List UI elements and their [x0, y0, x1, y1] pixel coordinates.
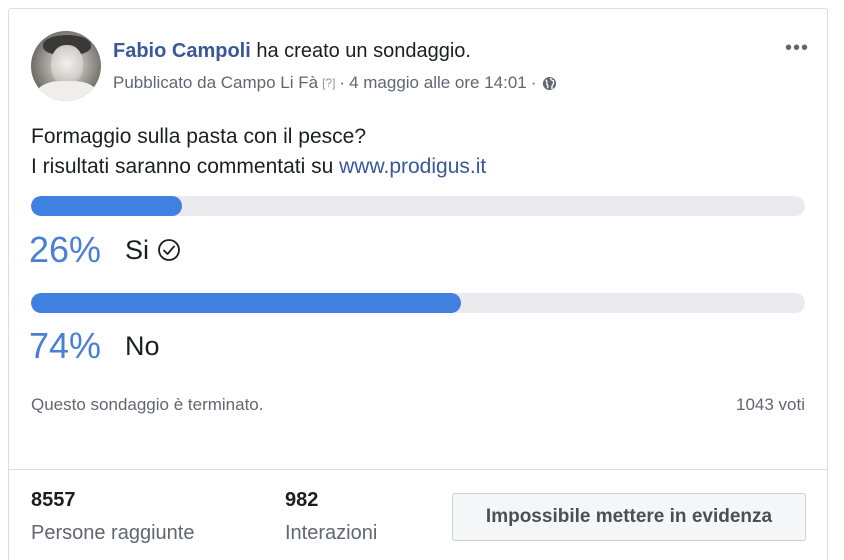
- poll-percent-si: 26%: [29, 229, 102, 270]
- website-link[interactable]: www.prodigus.it: [339, 155, 486, 178]
- interactions-stat: 982 Interazioni: [285, 489, 377, 545]
- post-timestamp[interactable]: 4 maggio alle ore 14:01: [349, 73, 527, 93]
- poll-bar-no: [31, 293, 805, 313]
- post-line2: I risultati saranno commentati su www.pr…: [31, 152, 486, 182]
- poll-votes[interactable]: 1043 voti: [736, 395, 805, 415]
- poll-label-si: Si: [125, 234, 150, 265]
- reach-label: Persone raggiunte: [31, 522, 195, 544]
- post-line2-prefix: I risultati saranno commentati su: [31, 155, 340, 178]
- poll-option-si: 26% Si: [29, 229, 181, 271]
- post-meta: Pubblicato da Campo Li Fà [?] · 4 maggio…: [113, 73, 557, 93]
- poll-status: Questo sondaggio è terminato.: [31, 395, 264, 414]
- published-by[interactable]: Pubblicato da Campo Li Fà: [113, 73, 318, 93]
- interactions-label: Interazioni: [285, 522, 378, 544]
- poll-bar-fill-no: [31, 293, 461, 313]
- post-header: Fabio Campoli ha creato un sondaggio.: [113, 40, 471, 63]
- interactions-value: 982: [285, 489, 319, 511]
- post-action: ha creato un sondaggio.: [256, 40, 471, 62]
- avatar-shirt: [37, 81, 97, 101]
- globe-icon: [542, 76, 557, 91]
- divider: [9, 469, 827, 470]
- post-card: Fabio Campoli ha creato un sondaggio. Pu…: [8, 8, 828, 560]
- more-options-icon[interactable]: •••: [785, 37, 809, 60]
- poll-option-no: 74% No: [29, 325, 160, 367]
- meta-separator: ·: [339, 73, 346, 92]
- post-text: Formaggio sulla pasta con il pesce? I ri…: [31, 122, 486, 182]
- avatar[interactable]: [31, 31, 101, 101]
- reach-stat: 8557 Persone raggiunte: [31, 489, 194, 545]
- poll-bar-si: [31, 196, 805, 216]
- post-question: Formaggio sulla pasta con il pesce?: [31, 125, 367, 148]
- reach-value: 8557: [31, 489, 76, 511]
- avatar-face: [51, 45, 83, 85]
- check-circle-icon: [157, 238, 181, 262]
- help-mark[interactable]: [?]: [322, 76, 335, 90]
- author-name[interactable]: Fabio Campoli: [113, 40, 251, 62]
- poll-bar-fill-si: [31, 196, 182, 216]
- poll-label-no: No: [125, 330, 160, 361]
- poll-percent-no: 74%: [29, 325, 102, 366]
- boost-button[interactable]: Impossibile mettere in evidenza: [452, 493, 806, 541]
- meta-separator: ·: [530, 73, 537, 92]
